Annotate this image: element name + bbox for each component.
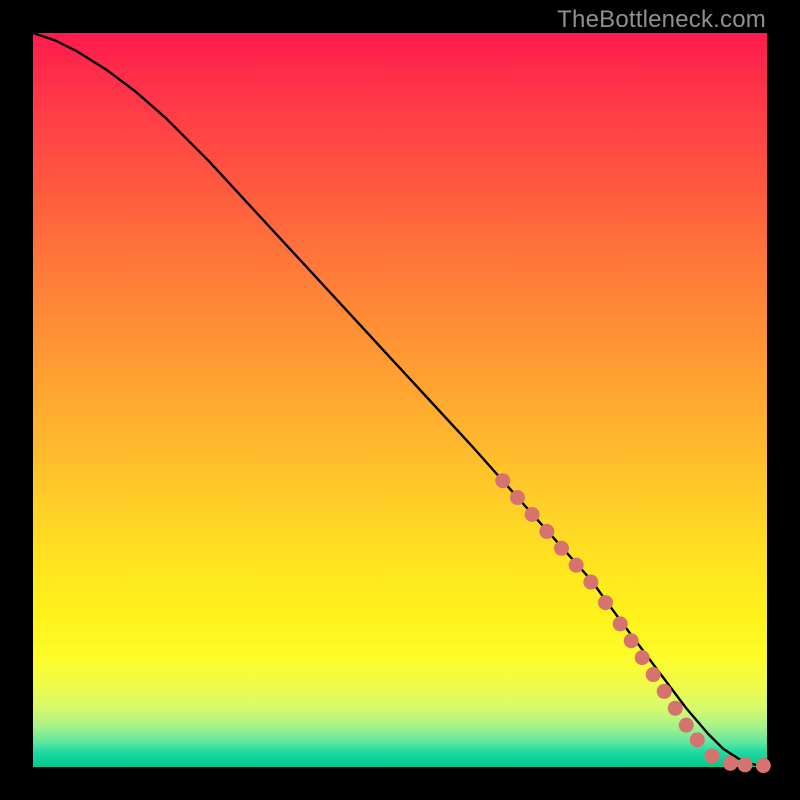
curve-line (33, 33, 767, 767)
series-dot (510, 490, 525, 505)
series-dot (668, 701, 683, 716)
series-dot (624, 633, 639, 648)
series-dot (679, 718, 694, 733)
series-dot (704, 748, 719, 763)
chart-stage: TheBottleneck.com (0, 0, 800, 800)
dotted-segment (495, 473, 771, 773)
series-dot (756, 758, 771, 773)
series-dot (525, 507, 540, 522)
series-dot (690, 732, 705, 747)
series-dot (613, 616, 628, 631)
series-dot (723, 756, 738, 771)
series-dot (495, 473, 510, 488)
series-dot (598, 595, 613, 610)
series-dot (539, 524, 554, 539)
series-dot (737, 757, 752, 772)
series-dot (569, 558, 584, 573)
series-dot (583, 575, 598, 590)
series-dot (635, 650, 650, 665)
series-dot (657, 684, 672, 699)
series-dot (554, 541, 569, 556)
watermark-text: TheBottleneck.com (557, 6, 766, 34)
chart-overlay (33, 33, 767, 767)
series-dot (646, 667, 661, 682)
